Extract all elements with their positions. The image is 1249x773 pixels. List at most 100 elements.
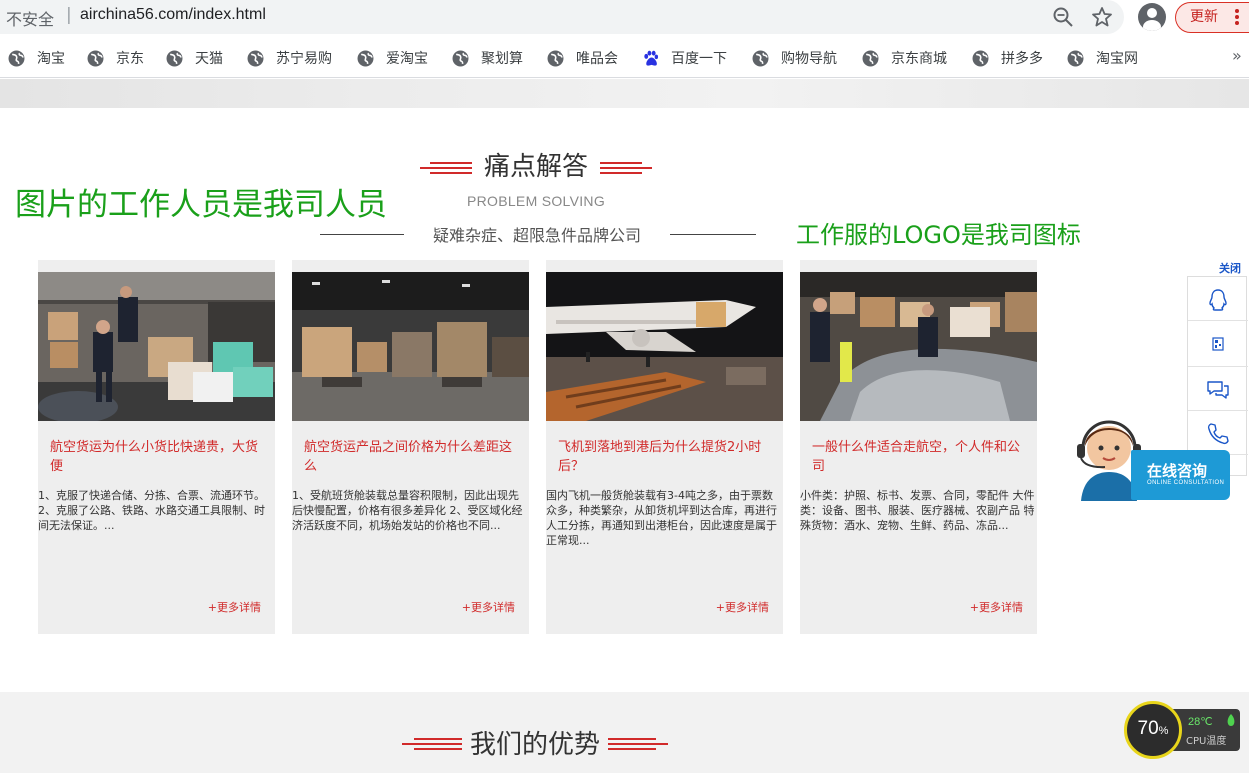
consult-title: 在线咨询 <box>1147 462 1208 480</box>
article-card[interactable]: 飞机到落地到港后为什么提货2小时后？ 国内飞机一般货舱装载有3-4吨之多，由于票… <box>546 260 783 634</box>
globe-icon <box>247 50 264 66</box>
title-decoration-right <box>608 738 668 750</box>
divider-right <box>670 234 756 235</box>
card-title[interactable]: 航空货运为什么小货比快递贵，大货便 <box>50 438 262 476</box>
browser-toolbar: 不安全 | airchina56.com/index.html 更新 <box>0 0 1249 36</box>
banner-image-strip <box>0 79 1249 108</box>
cpu-usage-ring: 70% <box>1124 701 1182 759</box>
section-title-text: 痛点解答 <box>483 152 588 182</box>
title-decoration-right <box>600 162 652 174</box>
bookmark-label: 淘宝 <box>37 51 65 67</box>
bookmark-label: 唯品会 <box>576 51 618 67</box>
bookmarks-overflow-button[interactable]: » <box>1232 46 1242 65</box>
leaf-icon <box>1227 714 1235 726</box>
bookmarks-bar: 淘宝 京东 天猫 苏宁易购 爱淘宝 聚划算 唯品会 百度一下 购物导航 京东商城… <box>0 38 1249 78</box>
annotation-left: 图片的工作人员是我司人员 <box>15 187 387 223</box>
bookmark-item[interactable]: 京东 <box>87 48 144 68</box>
advantages-title-text: 我们的优势 <box>469 730 600 760</box>
article-card[interactable]: 一般什么件适合走航空，个人件和公司 小件类：护照、标书、发票、合同，零配件 大件… <box>800 260 1037 634</box>
divider-left <box>320 234 404 235</box>
sidebar-close-link[interactable]: 关闭 <box>1219 260 1241 276</box>
globe-icon <box>166 50 183 66</box>
card-photo-cargo-plane[interactable] <box>546 272 783 421</box>
bookmark-label: 京东商城 <box>891 51 947 67</box>
globe-icon <box>357 50 374 66</box>
advantages-title: 我们的优势 <box>402 724 668 760</box>
globe-icon <box>862 50 879 66</box>
online-consult-widget[interactable]: 在线咨询 ONLINE CONSULTATION <box>1071 414 1231 501</box>
bookmark-item[interactable]: 聚划算 <box>452 48 523 68</box>
update-button[interactable]: 更新 <box>1175 2 1249 33</box>
bookmark-item[interactable]: 拼多多 <box>972 48 1043 68</box>
more-details-link[interactable]: +更多详情 <box>208 599 261 615</box>
qrcode-icon <box>1212 337 1224 351</box>
globe-icon <box>87 50 104 66</box>
more-details-link[interactable]: +更多详情 <box>716 599 769 615</box>
card-body: 国内飞机一般货舱装载有3-4吨之多，由于票数众多，种类繁杂，从卸货机坪到达合库，… <box>546 489 777 547</box>
consult-subtitle: ONLINE CONSULTATION <box>1147 480 1225 486</box>
globe-icon <box>972 50 989 66</box>
bookmark-label: 爱淘宝 <box>386 51 428 67</box>
cpu-label: CPU温度 <box>1186 736 1227 747</box>
menu-kebab-icon[interactable] <box>1235 9 1239 27</box>
section-subtitle: PROBLEM SOLVING <box>466 193 606 209</box>
zoom-out-icon[interactable] <box>1052 6 1074 28</box>
bookmark-star-icon[interactable] <box>1090 5 1114 29</box>
card-photo-cargo-yard[interactable] <box>292 272 529 421</box>
profile-avatar-icon[interactable] <box>1138 3 1166 31</box>
more-details-link[interactable]: +更多详情 <box>970 599 1023 615</box>
bookmark-label: 拼多多 <box>1001 51 1043 67</box>
section-description: 疑难杂症、超限急件品牌公司 <box>432 226 641 245</box>
sidebar-item-qq[interactable] <box>1188 277 1248 321</box>
bookmark-item[interactable]: 京东商城 <box>862 48 947 68</box>
url-separator: | <box>66 5 72 25</box>
bookmark-label: 淘宝网 <box>1096 51 1138 67</box>
update-button-label: 更新 <box>1190 9 1218 25</box>
address-bar[interactable]: 不安全 | airchina56.com/index.html <box>0 0 1124 34</box>
globe-icon <box>1067 50 1084 66</box>
bookmark-item[interactable]: 淘宝 <box>8 48 65 68</box>
bookmark-item[interactable]: 百度一下 <box>642 48 727 68</box>
more-details-link[interactable]: +更多详情 <box>462 599 515 615</box>
cpu-temperature-widget[interactable]: 28℃ CPU温度 70% <box>1124 701 1240 759</box>
bookmark-label: 购物导航 <box>781 51 837 67</box>
annotation-right: 工作服的LOGO是我司图标 <box>796 221 1081 249</box>
globe-icon <box>8 50 25 66</box>
card-body: 1、受航班货舱装载总量容积限制，因此出现先后快慢配置，价格有很多差异化 2、受区… <box>292 489 523 532</box>
bookmark-label: 百度一下 <box>671 51 727 67</box>
sidebar-item-qrcode[interactable] <box>1188 321 1248 367</box>
bookmark-item[interactable]: 淘宝网 <box>1067 48 1138 68</box>
bookmark-item[interactable]: 唯品会 <box>547 48 618 68</box>
bookmark-item[interactable]: 天猫 <box>166 48 223 68</box>
globe-icon <box>452 50 469 66</box>
article-card[interactable]: 航空货运为什么小货比快递贵，大货便 1、克服了快递合储、分拣、合票、流通环节。 … <box>38 260 275 634</box>
globe-icon <box>547 50 564 66</box>
sidebar-item-chat[interactable] <box>1188 367 1248 411</box>
article-card[interactable]: 航空货运产品之间价格为什么差距这么 1、受航班货舱装载总量容积限制，因此出现先后… <box>292 260 529 634</box>
consult-button[interactable]: 在线咨询 ONLINE CONSULTATION <box>1131 450 1230 500</box>
baidu-paw-icon <box>644 50 659 66</box>
bookmark-label: 苏宁易购 <box>276 51 332 67</box>
title-decoration-left <box>402 738 462 750</box>
card-body: 小件类：护照、标书、发票、合同，零配件 大件类：设备、图书、服装、医疗器械、农副… <box>800 489 1035 532</box>
card-title[interactable]: 一般什么件适合走航空，个人件和公司 <box>812 438 1024 476</box>
card-title[interactable]: 航空货运产品之间价格为什么差距这么 <box>304 438 516 476</box>
card-photo-warehouse-staff[interactable] <box>38 272 275 421</box>
chat-icon <box>1207 381 1229 399</box>
bookmark-item[interactable]: 爱淘宝 <box>357 48 428 68</box>
insecure-label[interactable]: 不安全 <box>6 6 54 30</box>
cpu-usage-value: 70 <box>1137 718 1159 739</box>
bookmark-item[interactable]: 苏宁易购 <box>247 48 332 68</box>
card-body: 1、克服了快递合储、分拣、合票、流通环节。 2、克服了公路、铁路、水路交通工具限… <box>38 489 265 532</box>
section-title: 痛点解答 <box>420 146 652 182</box>
bookmark-item[interactable]: 购物导航 <box>752 48 837 68</box>
title-decoration-left <box>420 162 472 174</box>
cpu-temperature: 28℃ <box>1188 716 1213 728</box>
card-title[interactable]: 飞机到落地到港后为什么提货2小时后？ <box>558 438 770 476</box>
globe-icon <box>752 50 769 66</box>
bookmark-label: 天猫 <box>195 51 223 67</box>
cpu-usage-percent: 70% <box>1127 718 1179 740</box>
url-text[interactable]: airchina56.com/index.html <box>80 6 266 24</box>
qq-icon <box>1209 289 1227 311</box>
card-photo-staff-sorting[interactable] <box>800 272 1037 421</box>
